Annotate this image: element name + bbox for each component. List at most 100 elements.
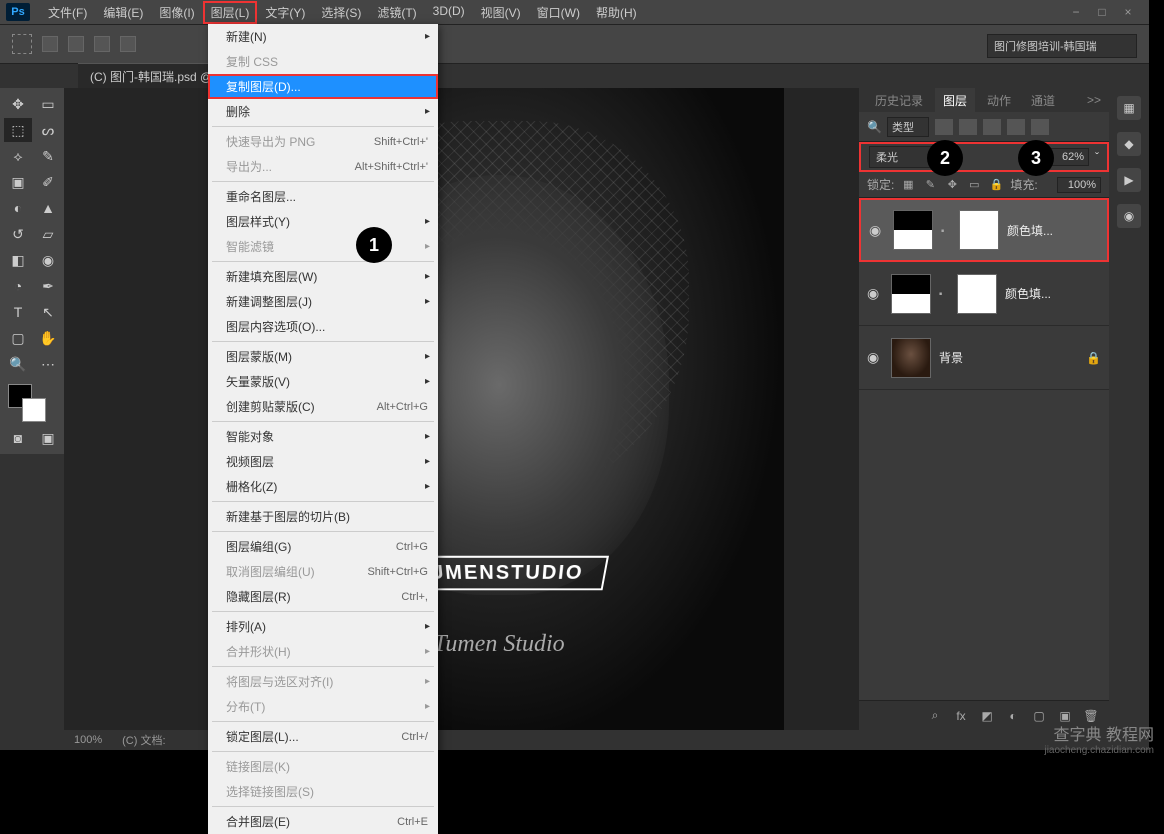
menu-f[interactable]: 文件(F)	[40, 1, 95, 24]
lasso-tool[interactable]: ᔕ	[34, 118, 62, 142]
stamp-tool[interactable]: ▲	[34, 196, 62, 220]
path-tool[interactable]: ↖	[34, 300, 62, 324]
menu-item[interactable]: 图层编组(G)Ctrl+G	[208, 534, 438, 559]
collapsed-panel-1[interactable]: ▦	[1117, 96, 1141, 120]
panel-tab[interactable]: 通道	[1023, 88, 1063, 113]
filter-text-icon[interactable]	[983, 119, 1001, 135]
layer-mask-thumbnail[interactable]	[957, 274, 997, 314]
layer-visibility-icon[interactable]: ◉	[867, 349, 883, 366]
workspace-preset-select[interactable]: 图门修图培训-韩国瑞	[987, 34, 1137, 58]
menu-y[interactable]: 文字(Y)	[257, 1, 313, 24]
healing-tool[interactable]: ◐	[4, 196, 32, 220]
minimize-button[interactable]: −	[1069, 5, 1083, 19]
search-icon[interactable]: 🔍	[867, 120, 881, 134]
layer-thumbnail[interactable]	[891, 274, 931, 314]
menu-item[interactable]: 图层内容选项(O)...	[208, 314, 438, 339]
panel-tab[interactable]: 图层	[935, 88, 975, 113]
zoom-tool[interactable]: 🔍	[4, 352, 32, 376]
marquee-tool[interactable]: ⬚	[4, 118, 32, 142]
layer-fx-icon[interactable]: fx	[953, 708, 969, 724]
lock-all-icon[interactable]: 🔒	[988, 177, 1004, 193]
menu-w[interactable]: 窗口(W)	[529, 1, 588, 24]
option-swatch-4[interactable]	[120, 36, 136, 52]
brush-tool[interactable]: ✐	[34, 170, 62, 194]
menu-item[interactable]: 视频图层	[208, 449, 438, 474]
menu-item[interactable]: 图层样式(Y)	[208, 209, 438, 234]
menu-item[interactable]: 图层蒙版(M)	[208, 344, 438, 369]
lock-artboard-icon[interactable]: ▭	[966, 177, 982, 193]
menu-e[interactable]: 编辑(E)	[95, 1, 151, 24]
tool-preset-icon[interactable]	[12, 34, 32, 54]
menu-item[interactable]: 新建填充图层(W)	[208, 264, 438, 289]
menu-dd[interactable]: 3D(D)	[425, 1, 473, 24]
fill-input[interactable]: 100%	[1057, 177, 1101, 193]
eyedropper-tool[interactable]: ✎	[34, 144, 62, 168]
crop-tool[interactable]: ⟡	[4, 144, 32, 168]
layer-row[interactable]: ◉背景🔒	[859, 326, 1109, 390]
menu-item[interactable]: 新建(N)	[208, 24, 438, 49]
menu-h[interactable]: 帮助(H)	[588, 1, 645, 24]
layer-mask-thumbnail[interactable]	[959, 210, 999, 250]
gradient-tool[interactable]: ◧	[4, 248, 32, 272]
panel-tab[interactable]: 动作	[979, 88, 1019, 113]
menu-item[interactable]: 创建剪贴蒙版(C)Alt+Ctrl+G	[208, 394, 438, 419]
background-color[interactable]	[22, 398, 46, 422]
layer-link-icon[interactable]: ⬝	[941, 223, 951, 238]
layer-name-label[interactable]: 颜色填...	[1007, 222, 1099, 239]
lock-transparency-icon[interactable]: ▦	[900, 177, 916, 193]
filter-pixel-icon[interactable]	[935, 119, 953, 135]
hand-tool[interactable]: ✋	[34, 326, 62, 350]
maximize-button[interactable]: □	[1095, 5, 1109, 19]
menu-item[interactable]: 隐藏图层(R)Ctrl+,	[208, 584, 438, 609]
collapsed-panel-2[interactable]: ◆	[1117, 132, 1141, 156]
menu-item[interactable]: 排列(A)	[208, 614, 438, 639]
menu-l[interactable]: 图层(L)	[203, 1, 258, 24]
filter-kind-select[interactable]: 类型	[887, 117, 929, 137]
menu-v[interactable]: 视图(V)	[473, 1, 529, 24]
layer-row[interactable]: ◉⬝颜色填...	[859, 198, 1109, 262]
layer-name-label[interactable]: 背景	[939, 349, 1078, 366]
color-swatches[interactable]	[4, 384, 62, 424]
menu-i[interactable]: 图像(I)	[151, 1, 202, 24]
layer-thumbnail[interactable]	[893, 210, 933, 250]
shape-tool[interactable]: ▢	[4, 326, 32, 350]
edit-toolbar[interactable]: ⋯	[34, 352, 62, 376]
filter-adjust-icon[interactable]	[959, 119, 977, 135]
menu-s[interactable]: 选择(S)	[313, 1, 369, 24]
menu-item[interactable]: 重命名图层...	[208, 184, 438, 209]
screenmode-tool[interactable]: ▣	[34, 426, 62, 450]
menu-item[interactable]: 复制图层(D)...	[208, 74, 438, 99]
layer-thumbnail[interactable]	[891, 338, 931, 378]
blur-tool[interactable]: ◉	[34, 248, 62, 272]
move-tool[interactable]: ✥	[4, 92, 32, 116]
menu-item[interactable]: 合并图层(E)Ctrl+E	[208, 809, 438, 834]
menu-item[interactable]: 删除	[208, 99, 438, 124]
collapsed-panel-4[interactable]: ◉	[1117, 204, 1141, 228]
layer-link-icon[interactable]: ⬝	[939, 286, 949, 301]
panel-tab[interactable]: 历史记录	[867, 88, 931, 113]
eraser-tool[interactable]: ▱	[34, 222, 62, 246]
menu-item[interactable]: 矢量蒙版(V)	[208, 369, 438, 394]
filter-shape-icon[interactable]	[1007, 119, 1025, 135]
collapsed-panel-3[interactable]: ▶	[1117, 168, 1141, 192]
pen-tool[interactable]: ✒	[34, 274, 62, 298]
zoom-level[interactable]: 100%	[74, 734, 102, 746]
option-swatch-2[interactable]	[68, 36, 84, 52]
layer-visibility-icon[interactable]: ◉	[867, 285, 883, 302]
opacity-dropdown-icon[interactable]: ˇ	[1095, 150, 1099, 164]
menu-item[interactable]: 新建基于图层的切片(B)	[208, 504, 438, 529]
layer-row[interactable]: ◉⬝颜色填...	[859, 262, 1109, 326]
menu-t[interactable]: 滤镜(T)	[369, 1, 424, 24]
dodge-tool[interactable]: ◔	[4, 274, 32, 298]
history-brush-tool[interactable]: ↺	[4, 222, 32, 246]
artboard-tool[interactable]: ▭	[34, 92, 62, 116]
menu-item[interactable]: 智能对象	[208, 424, 438, 449]
link-layers-icon[interactable]: ⌕	[927, 708, 943, 724]
filter-smart-icon[interactable]	[1031, 119, 1049, 135]
frame-tool[interactable]: ▣	[4, 170, 32, 194]
menu-item[interactable]: 锁定图层(L)...Ctrl+/	[208, 724, 438, 749]
option-swatch-1[interactable]	[42, 36, 58, 52]
adjustment-layer-icon[interactable]: ◐	[1005, 708, 1021, 724]
option-swatch-3[interactable]	[94, 36, 110, 52]
panel-menu-icon[interactable]: >>	[1087, 93, 1101, 107]
